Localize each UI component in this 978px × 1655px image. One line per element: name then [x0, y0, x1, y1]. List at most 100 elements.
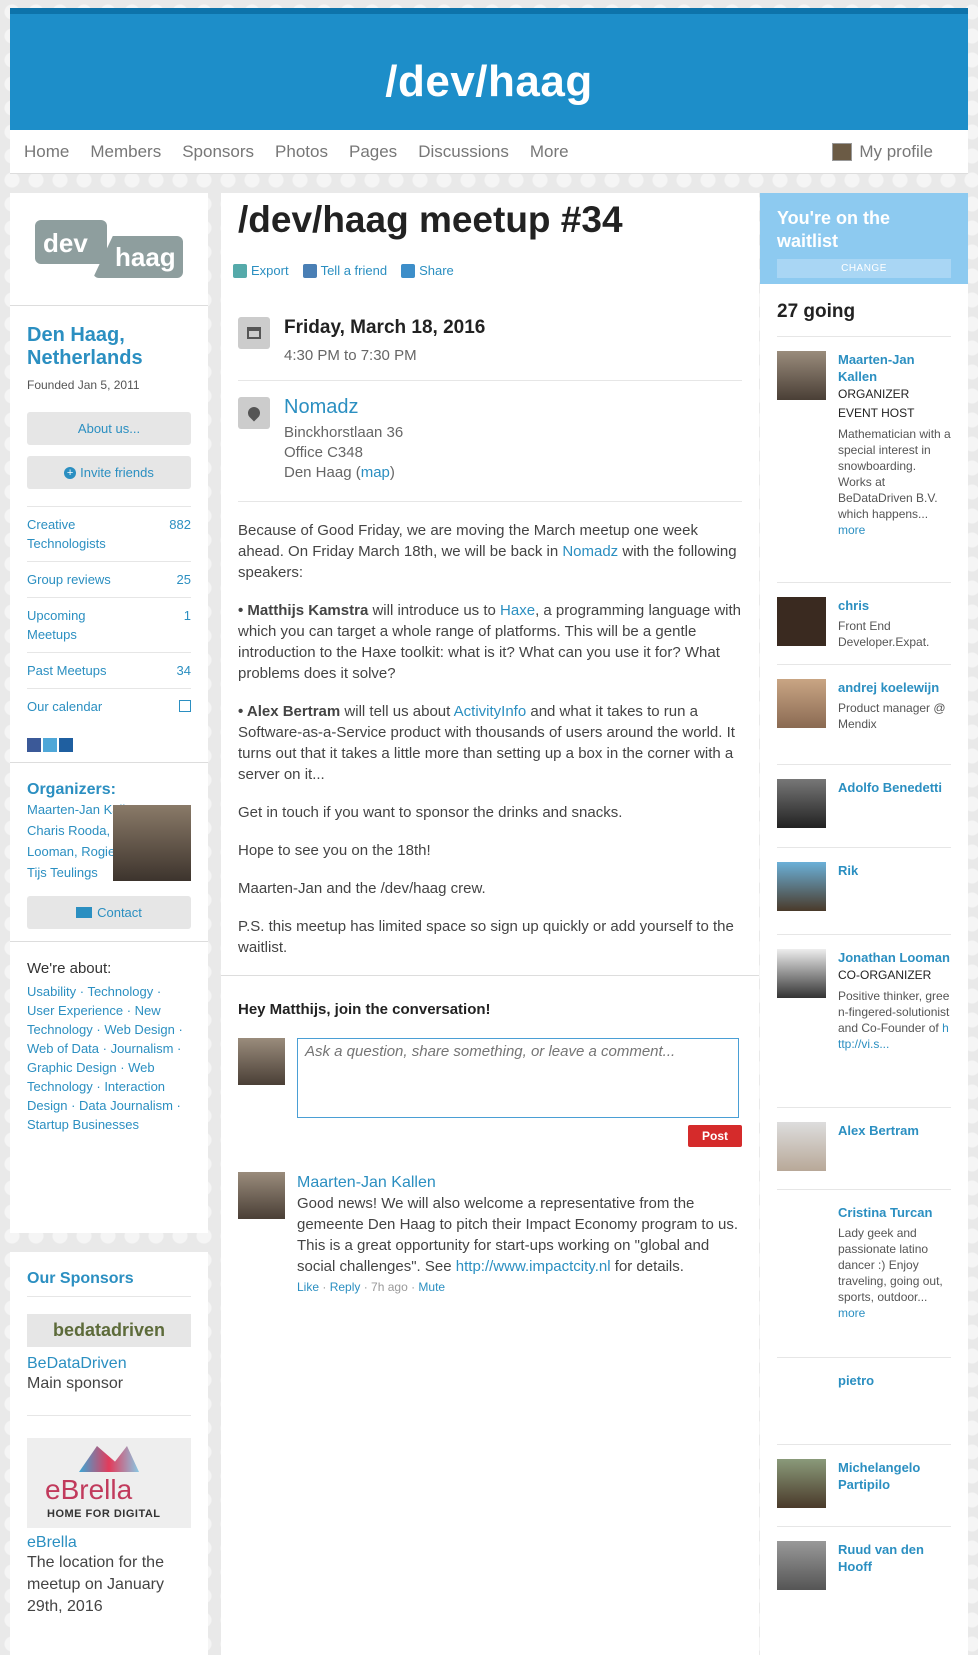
bedatadriven-logo[interactable]: bedatadriven [27, 1314, 191, 1347]
attendee-avatar[interactable] [777, 1459, 826, 1508]
nav-more[interactable]: More [530, 142, 569, 162]
stat-reviews[interactable]: Group reviews 25 [27, 561, 191, 597]
topics-list[interactable]: Usability · Technology · User Experience… [27, 982, 191, 1134]
about-us-button[interactable]: About us... [27, 412, 191, 445]
attendee-name[interactable]: Alex Bertram [838, 1122, 919, 1139]
attendee-avatar[interactable] [777, 679, 826, 728]
nomadz-link[interactable]: Nomadz [562, 543, 618, 560]
organizer-photo[interactable] [113, 805, 191, 881]
attendee-name[interactable]: Adolfo Benedetti [838, 779, 942, 796]
desc-text: P.S. this meetup has limited space so si… [238, 918, 734, 956]
commenter-avatar[interactable] [238, 1172, 285, 1219]
ebrella-mark-icon [79, 1446, 139, 1472]
plus-circle-icon: + [64, 466, 77, 479]
sponsor-name[interactable]: eBrella [27, 1534, 191, 1552]
calendar-link[interactable]: Our calendar [27, 688, 191, 724]
stat-members[interactable]: Creative Technologists 882 [27, 506, 191, 561]
conversation-section: Hey Matthijs, join the conversation! Pos… [221, 975, 759, 1298]
attendee-name[interactable]: andrej koelewijn [838, 679, 951, 696]
attendee-name[interactable]: Cristina Turcan [838, 1204, 951, 1221]
organizers-list: Maarten-Jan Kallen, Charis Rooda, Jonath… [27, 799, 191, 883]
impactcity-link[interactable]: http://www.impactcity.nl [456, 1258, 611, 1275]
attendee-name[interactable]: Maarten-Jan Kallen [838, 351, 951, 385]
calendar-icon [179, 700, 191, 712]
change-rsvp-button[interactable]: CHANGE [777, 259, 951, 278]
desc-text: Maarten-Jan and the /dev/haag crew. [238, 880, 486, 897]
commenter-name[interactable]: Maarten-Jan Kallen [297, 1174, 436, 1191]
facebook-icon[interactable] [27, 738, 41, 752]
calendar-icon [238, 317, 270, 349]
attendee-name[interactable]: chris [838, 597, 951, 614]
nav-discussions[interactable]: Discussions [418, 142, 509, 162]
more-link[interactable]: more [838, 523, 865, 537]
invite-friends-button[interactable]: + Invite friends [27, 456, 191, 489]
event-time: 4:30 PM to 7:30 PM [284, 347, 417, 364]
stat-past[interactable]: Past Meetups 34 [27, 652, 191, 688]
nav-members[interactable]: Members [90, 142, 161, 162]
nav-home[interactable]: Home [24, 142, 69, 162]
attendee-name[interactable]: Ruud van den Hooff [838, 1541, 951, 1575]
activityinfo-link[interactable]: ActivityInfo [454, 703, 527, 720]
export-label: Export [251, 263, 289, 278]
calendar-export-icon [233, 263, 247, 278]
event-venue: Nomadz Binckhorstlaan 36 Office C348 Den… [238, 381, 742, 502]
like-link[interactable]: Like [297, 1280, 319, 1294]
mute-link[interactable]: Mute [418, 1280, 445, 1294]
attendee-role: ORGANIZER [838, 387, 910, 401]
group-logo[interactable]: dev haag [10, 193, 208, 306]
attendee-item: Jonathan Looman CO-ORGANIZER Positive thin… [777, 935, 951, 1108]
speaker-name: • Alex Bertram [238, 703, 341, 720]
attendee-name[interactable]: Rik [838, 862, 858, 879]
post-button[interactable]: Post [687, 1125, 742, 1147]
my-profile-label: My profile [859, 141, 933, 161]
more-link[interactable]: more [838, 1306, 865, 1320]
ebrella-logo[interactable]: eBrella HOME FOR DIGITAL [27, 1438, 191, 1528]
stat-label: Creative Technologists [27, 517, 106, 551]
haxe-link[interactable]: Haxe [500, 602, 535, 619]
attendee-avatar[interactable] [777, 862, 826, 911]
stat-upcoming[interactable]: Upcoming Meetups 1 [27, 597, 191, 652]
attendee-avatar[interactable] [777, 1541, 826, 1590]
going-count: 27 going [777, 284, 951, 337]
site-title[interactable]: /dev/haag [385, 57, 592, 107]
twitter-icon[interactable] [43, 738, 57, 752]
reply-link[interactable]: Reply [330, 1280, 361, 1294]
export-link[interactable]: Export [233, 263, 289, 278]
rss-icon[interactable] [59, 738, 73, 752]
venue-name[interactable]: Nomadz [284, 397, 403, 417]
desc-text: Get in touch if you want to sponsor the … [238, 804, 623, 821]
location-pin-icon [238, 397, 270, 429]
attendee-name[interactable]: Michelangelo Partipilo [838, 1459, 951, 1493]
nav-sponsors[interactable]: Sponsors [182, 142, 254, 162]
attendee-avatar[interactable] [777, 779, 826, 828]
group-location[interactable]: Den Haag, Netherlands [27, 324, 191, 370]
sponsor-name[interactable]: BeDataDriven [27, 1355, 191, 1373]
venue-city: Den Haag ( [284, 464, 361, 481]
event-description: Because of Good Friday, we are moving th… [221, 520, 759, 958]
founded-date: Founded Jan 5, 2011 [27, 378, 140, 392]
attendee-item: pietro [777, 1358, 951, 1445]
venue-address-line: Office C348 [284, 444, 363, 461]
nav-pages[interactable]: Pages [349, 142, 397, 162]
stat-value: 34 [176, 663, 191, 678]
attendee-avatar[interactable] [777, 949, 826, 998]
stat-label: Past Meetups [27, 663, 107, 678]
venue-address-line: Binckhorstlaan 36 [284, 424, 404, 441]
attendee-avatar[interactable] [777, 351, 826, 400]
map-link[interactable]: map [361, 464, 390, 481]
venue-paren: ) [389, 464, 395, 481]
attendee-name[interactable]: pietro [838, 1372, 874, 1389]
about-title: We're about: [27, 960, 112, 977]
share-link[interactable]: Share [401, 263, 454, 278]
my-profile-link[interactable]: My profile [832, 142, 954, 162]
attendee-avatar[interactable] [777, 1122, 826, 1171]
logo-dev: dev [35, 220, 107, 264]
attendee-name[interactable]: Jonathan Looman [838, 949, 951, 966]
desc-text: will introduce us to [368, 602, 501, 619]
attendee-avatar[interactable] [777, 597, 826, 646]
tell-friend-link[interactable]: Tell a friend [302, 263, 387, 278]
contact-button[interactable]: Contact [27, 896, 191, 929]
site-header: /dev/haag [10, 8, 968, 130]
nav-photos[interactable]: Photos [275, 142, 328, 162]
comment-input[interactable] [297, 1038, 739, 1118]
